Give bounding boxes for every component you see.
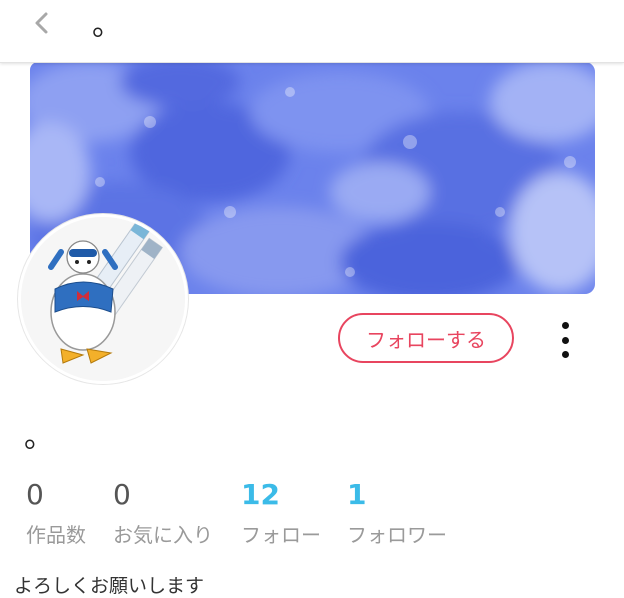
stat-followers[interactable]: 1 フォロワー <box>347 478 447 548</box>
stat-works-label: 作品数 <box>26 523 86 547</box>
avatar[interactable] <box>18 214 188 384</box>
stat-works[interactable]: 0 作品数 <box>26 478 86 548</box>
profile-bio: よろしくお願いします <box>14 575 205 597</box>
dot <box>561 351 569 358</box>
dot <box>561 322 569 329</box>
stat-followers-count: 1 <box>347 478 367 511</box>
profile-name: 。 <box>24 420 54 455</box>
top-bar: 。 <box>0 0 624 63</box>
stat-favorites-label: お気に入り <box>113 523 213 547</box>
stat-following-count: 12 <box>241 478 280 511</box>
stat-favorites-count: 0 <box>113 478 131 511</box>
back-chevron-icon[interactable] <box>30 8 54 38</box>
stat-followers-label: フォロワー <box>347 523 447 547</box>
dot <box>561 336 569 344</box>
stat-works-count: 0 <box>26 478 44 511</box>
stat-favorites[interactable]: 0 お気に入り <box>113 478 213 548</box>
page-title: 。 <box>92 8 122 43</box>
chevron-left-icon <box>35 12 48 34</box>
stat-following[interactable]: 12 フォロー <box>241 478 321 548</box>
more-options-icon[interactable] <box>552 322 578 358</box>
follow-button[interactable]: フォローする <box>338 313 514 363</box>
stat-following-label: フォロー <box>241 523 321 547</box>
